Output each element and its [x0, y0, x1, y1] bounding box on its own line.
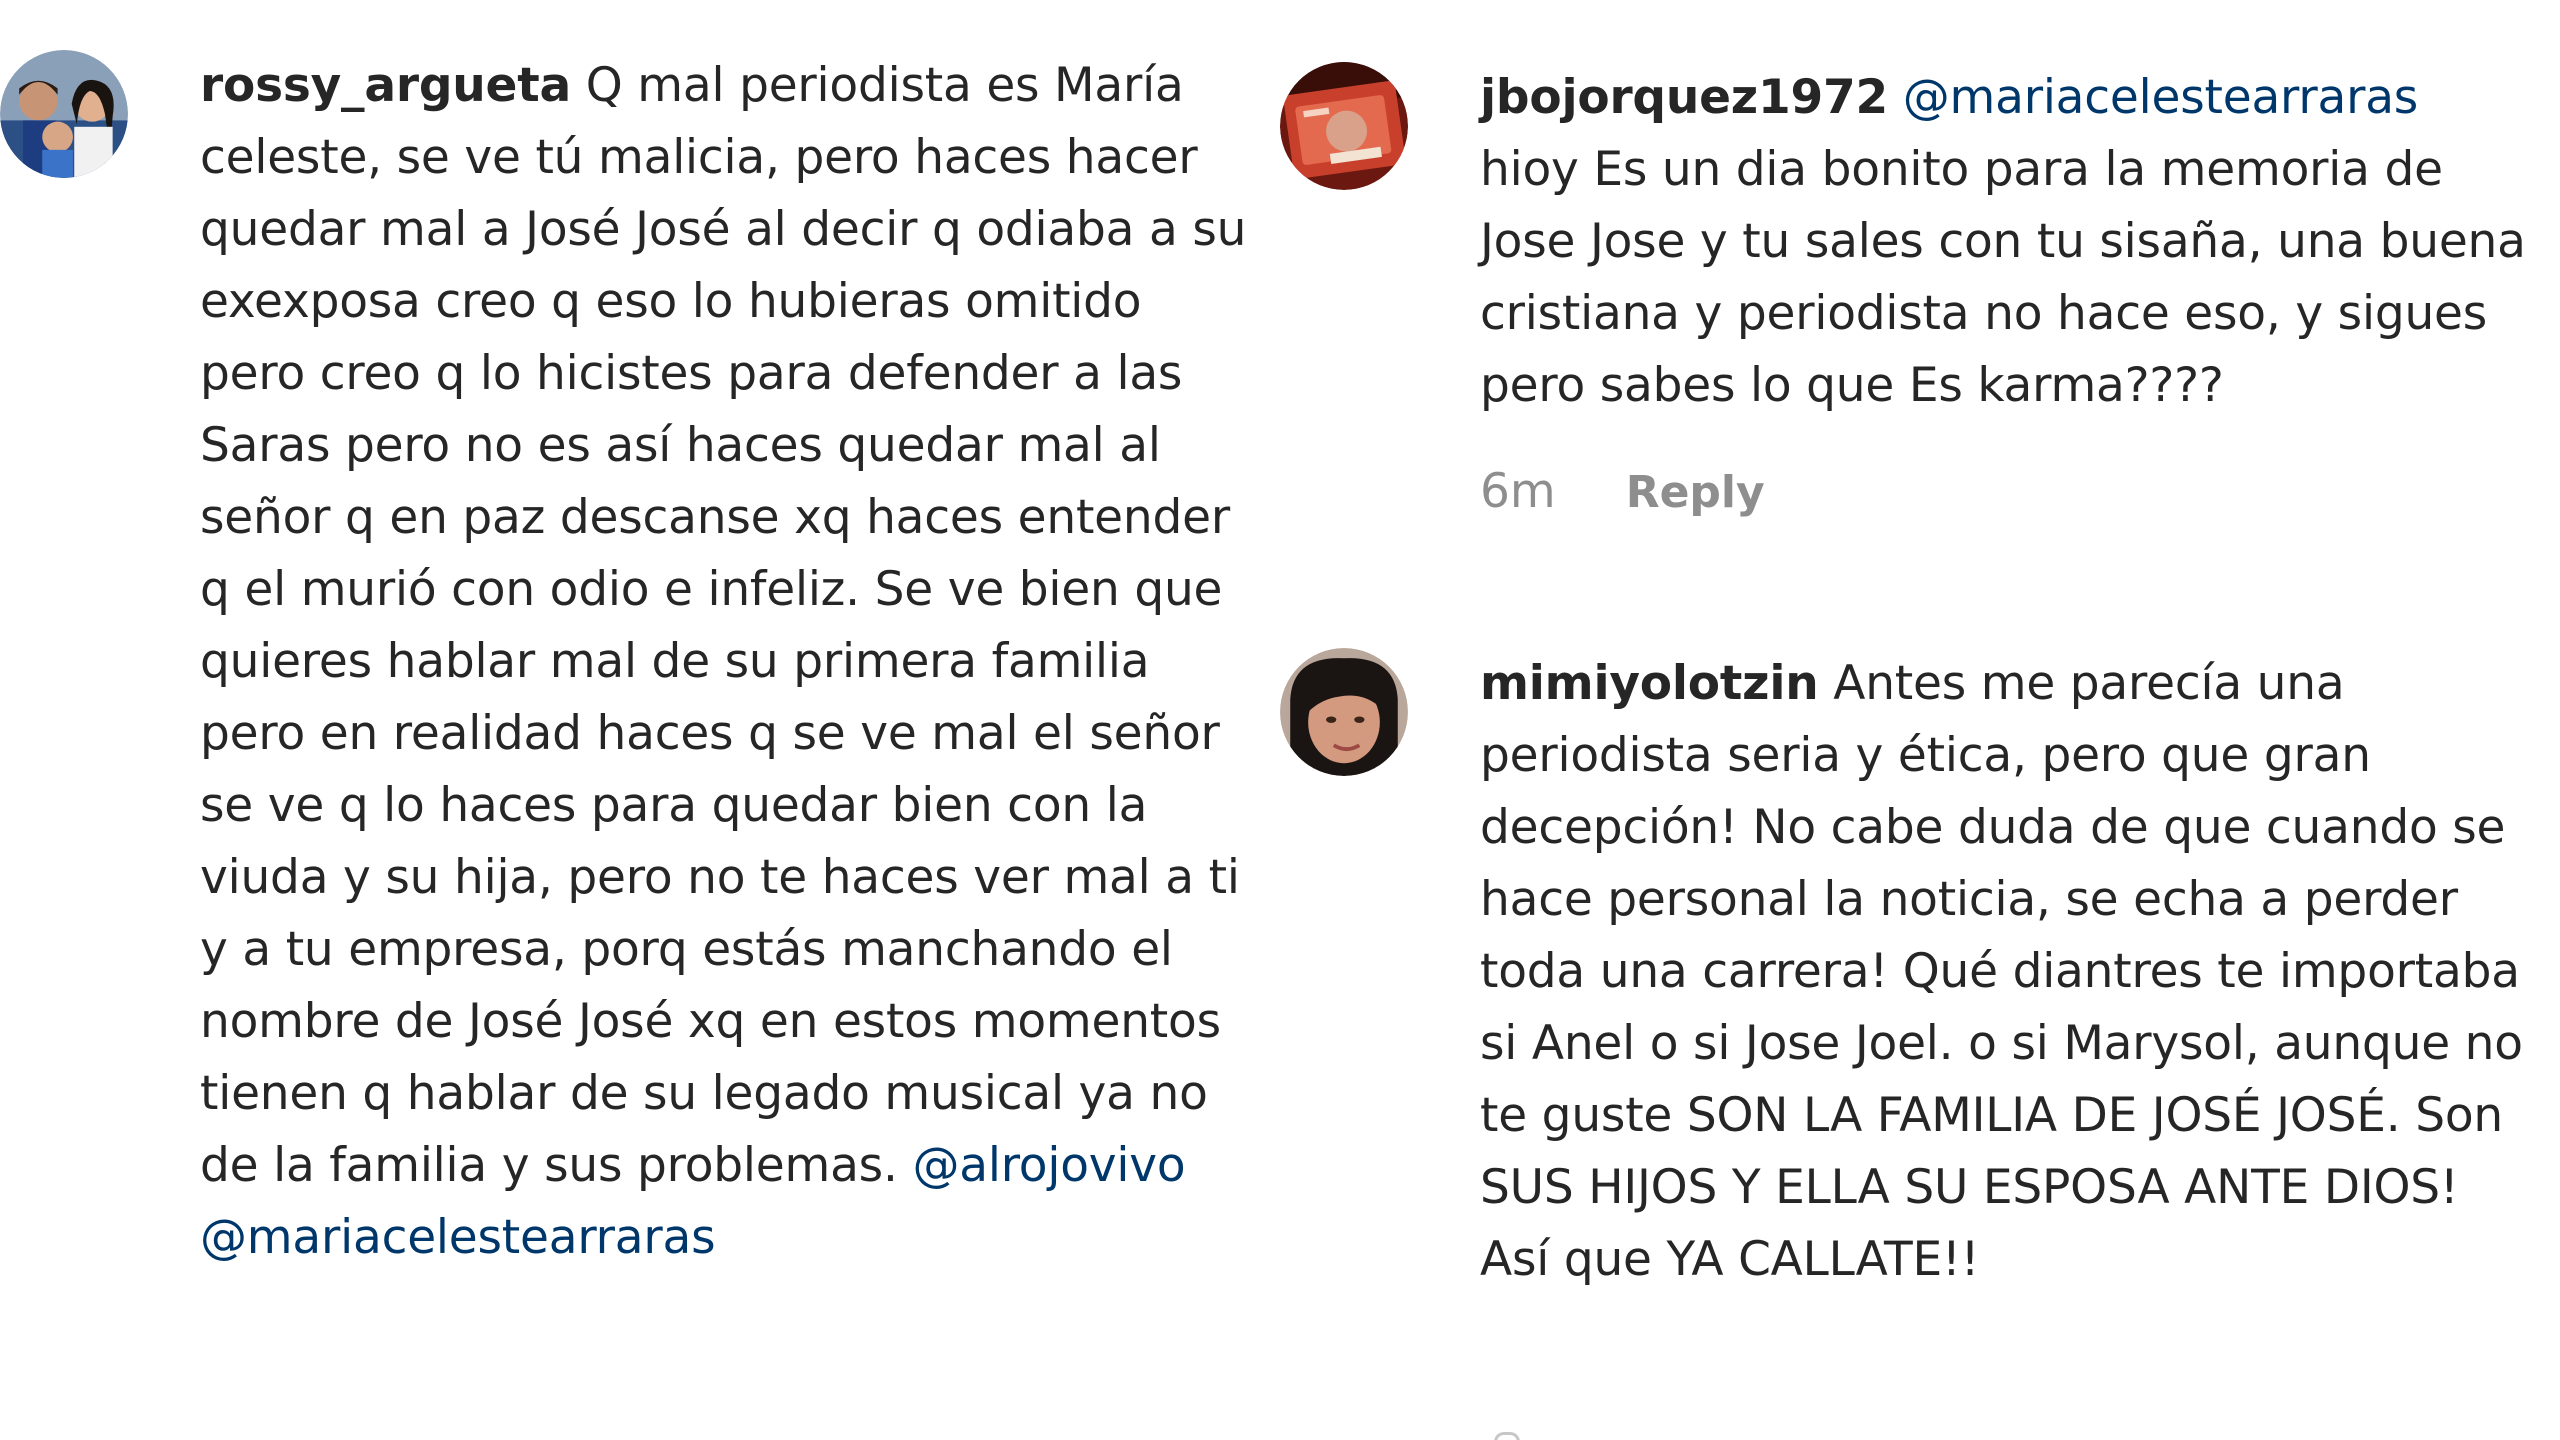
mention-link[interactable]: @mariacelestearraras: [1903, 70, 2419, 125]
username-link[interactable]: jbojorquez1972: [1480, 70, 1888, 125]
mention-link[interactable]: @alrojovivo: [912, 1138, 1185, 1193]
comment-text: mimiyolotzin Antes me parecía una period…: [1480, 648, 2540, 1296]
timestamp: 6m: [1480, 464, 1556, 519]
reply-button[interactable]: Reply: [1626, 467, 1765, 518]
comment-body: rossy_argueta Q mal periodista es María …: [128, 50, 1250, 1274]
avatar[interactable]: [0, 50, 128, 178]
comment-message: Antes me parecía una periodista seria y …: [1480, 656, 2523, 1287]
comment: jbojorquez1972 @mariacelestearraras hioy …: [1280, 62, 2540, 519]
loading-indicator: [1494, 1432, 1520, 1440]
avatar[interactable]: [1280, 648, 1408, 776]
username-link[interactable]: rossy_argueta: [200, 58, 571, 113]
comment-body: mimiyolotzin Antes me parecía una period…: [1408, 648, 2540, 1296]
comment-body: jbojorquez1972 @mariacelestearraras hioy …: [1408, 62, 2540, 519]
comment-message: hioy Es un dia bonito para la memoria de…: [1480, 142, 2526, 413]
family-photo-avatar-icon: [0, 50, 128, 178]
username-link[interactable]: mimiyolotzin: [1480, 656, 1819, 711]
comment: mimiyolotzin Antes me parecía una period…: [1280, 648, 2540, 1296]
comment-text: rossy_argueta Q mal periodista es María …: [200, 50, 1250, 1274]
comment-meta: 6m Reply: [1480, 464, 2540, 519]
woman-portrait-avatar-icon: [1280, 648, 1408, 776]
avatar[interactable]: [1280, 62, 1408, 190]
record-album-avatar-icon: [1280, 62, 1408, 190]
comment-message: Q mal periodista es María celeste, se ve…: [200, 58, 1247, 1193]
comment: rossy_argueta Q mal periodista es María …: [0, 50, 1250, 1274]
comment-text: jbojorquez1972 @mariacelestearraras hioy …: [1480, 62, 2540, 422]
mention-link[interactable]: @mariacelestearraras: [200, 1210, 716, 1265]
